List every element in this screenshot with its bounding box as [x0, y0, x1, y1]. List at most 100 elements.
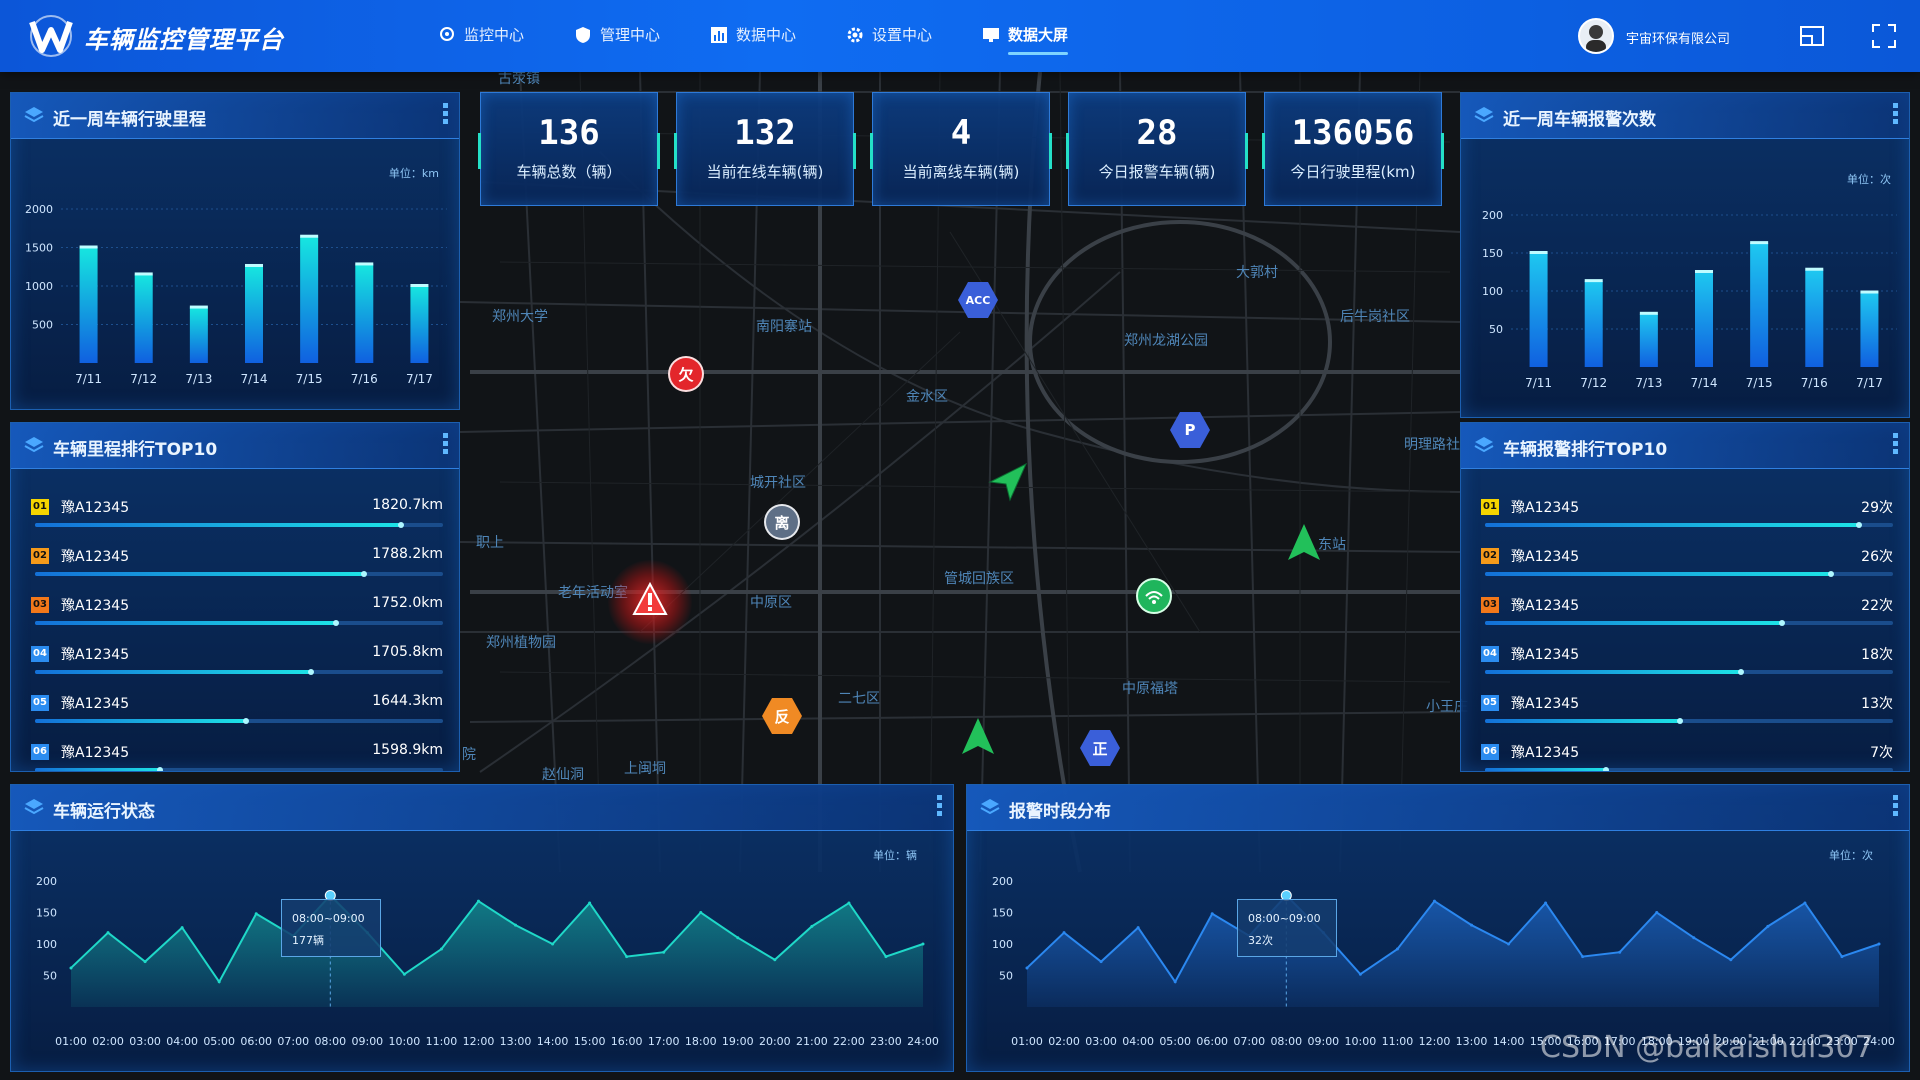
map-label: 古荥镇: [498, 72, 540, 87]
x-tick-label: 08:00: [314, 1035, 346, 1048]
x-tick-label: 09:00: [1307, 1035, 1339, 1048]
nav-management-center[interactable]: 管理中心: [574, 24, 660, 45]
rank-badge: 03: [1481, 597, 1499, 613]
y-tick-label: 150: [992, 907, 1013, 920]
x-tick-label: 14:00: [1493, 1035, 1525, 1048]
panel-week-mileage: 近一周车辆行驶里程 单位：km 500 1000 1500 2000 7/11 7/12 7…: [10, 92, 460, 410]
rank-progress-fill: [35, 767, 164, 771]
screen-layout-icon[interactable]: [1798, 22, 1826, 50]
data-point: [1395, 947, 1399, 951]
data-point: [699, 911, 703, 914]
bar-cap: [300, 234, 319, 238]
x-tick-label: 7/12: [1580, 376, 1607, 390]
x-tick-label: 02:00: [92, 1035, 124, 1048]
x-tick-label: 06:00: [240, 1035, 272, 1048]
stat-label: 今日行驶里程(km): [1290, 163, 1416, 181]
chart-tooltip: 08:00~09:00 32次: [1237, 899, 1337, 957]
bar-cap: [1750, 241, 1769, 245]
rank-progress-track: [1485, 571, 1893, 577]
bar: [300, 236, 319, 363]
x-tick-label: 10:00: [1345, 1035, 1377, 1048]
x-tick-label: 21:00: [796, 1035, 828, 1048]
rank-badge: 02: [31, 548, 49, 564]
y-tick-label: 100: [36, 938, 57, 951]
fullscreen-icon[interactable]: [1870, 22, 1898, 50]
vehicle-arrow-icon[interactable]: [960, 716, 996, 756]
y-tick-label: 200: [36, 875, 57, 888]
rank-row[interactable]: 01 豫A12345 29次: [1481, 493, 1893, 533]
map-label: 赵仙洞: [542, 767, 584, 783]
stat-offline-vehicles: 4 当前离线车辆(辆): [870, 92, 1052, 206]
nav-label: 数据大屏: [1008, 26, 1069, 44]
y-tick-label: 150: [36, 907, 57, 920]
avatar[interactable]: [1578, 18, 1614, 54]
bar: [1750, 243, 1769, 367]
more-icon[interactable]: [443, 433, 449, 459]
alarm-bar-chart: 50 100 150 200 7/11 7/12 7/13 7/14 7/15 7/16 7/17: [1482, 209, 1897, 390]
bar: [189, 307, 208, 363]
rank-badge: 01: [31, 499, 49, 515]
x-tick-label: 20:00: [759, 1035, 791, 1048]
rank-progress-track: [35, 620, 443, 626]
bar: [1695, 272, 1713, 367]
more-icon[interactable]: [1893, 433, 1899, 459]
nav-data-center[interactable]: 数据中心: [710, 24, 796, 45]
x-tick-label: 12:00: [463, 1035, 495, 1048]
map-label: 城开社区: [750, 475, 806, 491]
layers-icon: [1474, 437, 1494, 453]
rank-row[interactable]: 02 豫A12345 1788.2km: [31, 542, 443, 582]
map-marker[interactable]: 欠: [668, 356, 704, 392]
rank-row[interactable]: 04 豫A12345 1705.8km: [31, 640, 443, 680]
nav-data-screen[interactable]: 数据大屏: [982, 24, 1069, 55]
rank-badge: 05: [31, 695, 49, 711]
rank-row[interactable]: 06 豫A12345 7次: [1481, 738, 1893, 771]
x-tick-label: 7/16: [351, 372, 378, 386]
map-label: 南阳寨站: [756, 319, 812, 335]
stat-online-vehicles: 132 当前在线车辆(辆): [674, 92, 856, 206]
rank-plate: 豫A12345: [61, 696, 130, 712]
map-label: 郑州大学: [492, 309, 548, 325]
rank-progress-fill: [35, 718, 250, 724]
mileage-bar-chart: 500 1000 1500 2000 7/11 7/12 7/13 7/14 7/15 7/16 7…: [25, 203, 447, 386]
rank-value: 1644.3km: [372, 693, 443, 709]
y-tick-label: 200: [992, 875, 1013, 888]
rank-row[interactable]: 04 豫A12345 18次: [1481, 640, 1893, 680]
rank-row[interactable]: 01 豫A12345 1820.7km: [31, 493, 443, 533]
map-marker[interactable]: 离: [764, 504, 800, 540]
rank-row[interactable]: 06 豫A12345 1598.9km: [31, 738, 443, 771]
rank-plate: 豫A12345: [61, 598, 130, 614]
data-point: [1766, 924, 1770, 928]
map-label: 管城回族区: [944, 571, 1014, 587]
rank-plate: 豫A12345: [1511, 647, 1580, 663]
rank-plate: 豫A12345: [61, 549, 130, 565]
rank-row[interactable]: 05 豫A12345 1644.3km: [31, 689, 443, 729]
rank-row[interactable]: 02 豫A12345 26次: [1481, 542, 1893, 582]
rank-progress-track: [35, 522, 443, 528]
map-label: 二七区: [838, 691, 880, 707]
x-tick-label: 19:00: [722, 1035, 754, 1048]
alarm-marker[interactable]: [608, 560, 692, 644]
vehicle-arrow-icon[interactable]: [988, 462, 1028, 502]
rank-value: 1752.0km: [372, 595, 443, 611]
bar-cap: [1639, 311, 1658, 315]
vehicle-arrow-icon[interactable]: [1286, 522, 1322, 562]
nav-settings-center[interactable]: 设置中心: [846, 24, 932, 45]
x-tick-label: 7/17: [406, 372, 433, 386]
data-point: [1655, 911, 1659, 914]
data-point: [810, 924, 814, 928]
data-point: [476, 899, 480, 903]
nav-monitor-center[interactable]: 监控中心: [438, 24, 524, 45]
x-tick-label: 02:00: [1048, 1035, 1080, 1048]
rank-row[interactable]: 03 豫A12345 22次: [1481, 591, 1893, 631]
x-tick-label: 11:00: [1382, 1035, 1414, 1048]
rank-row[interactable]: 05 豫A12345 13次: [1481, 689, 1893, 729]
x-tick-label: 14:00: [537, 1035, 569, 1048]
wifi-marker[interactable]: [1136, 578, 1172, 614]
y-tick-label: 1000: [25, 280, 53, 293]
rank-row[interactable]: 03 豫A12345 1752.0km: [31, 591, 443, 631]
panel-alarm-time: 报警时段分布 单位：次 50 100 150 200 01:00 02:00 03:00 04…: [966, 784, 1910, 1072]
warning-icon: [632, 581, 668, 615]
stat-today-mileage: 136056 今日行驶里程(km): [1262, 92, 1444, 206]
bar: [1860, 292, 1879, 367]
data-point: [254, 912, 258, 916]
